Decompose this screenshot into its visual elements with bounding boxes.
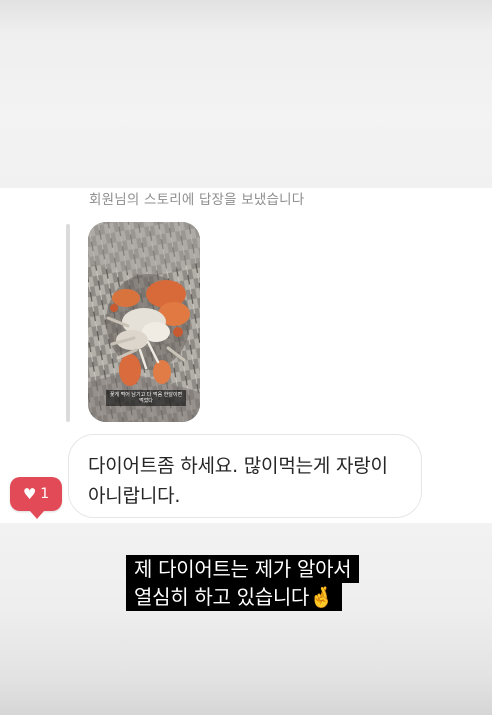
overlay-line-1: 제 다이어트는 제가 알아서 — [126, 555, 360, 583]
message-line-1: 다이어트좀 하세요. 많이먹는게 자랑이 — [88, 455, 388, 477]
story-thumbnail[interactable]: 꽃게 먹어 남기고 다 먹음 한달이면 먹었다 — [88, 222, 200, 422]
blurred-footer-area — [0, 523, 492, 715]
message-bubble[interactable]: 다이어트좀 하세요. 많이먹는게 자랑이 아니랍니다. — [68, 434, 422, 518]
like-badge[interactable]: ♥ 1 — [10, 477, 62, 519]
heart-icon: ♥ — [22, 484, 37, 503]
story-quote-bar — [66, 224, 70, 422]
story-reply-note: 회원님의 스토리에 답장을 보냈습니다 — [89, 192, 305, 208]
like-count: 1 — [40, 486, 50, 502]
story-text-overlay: 제 다이어트는 제가 알아서 열심히 하고 있습니다🤞 — [126, 555, 360, 611]
story-caption: 꽃게 먹어 남기고 다 먹음 한달이면 먹었다 — [106, 390, 186, 406]
message-line-2: 아니랍니다. — [88, 485, 181, 507]
blurred-header-area — [0, 0, 492, 188]
overlay-line-2: 열심히 하고 있습니다🤞 — [126, 583, 342, 611]
